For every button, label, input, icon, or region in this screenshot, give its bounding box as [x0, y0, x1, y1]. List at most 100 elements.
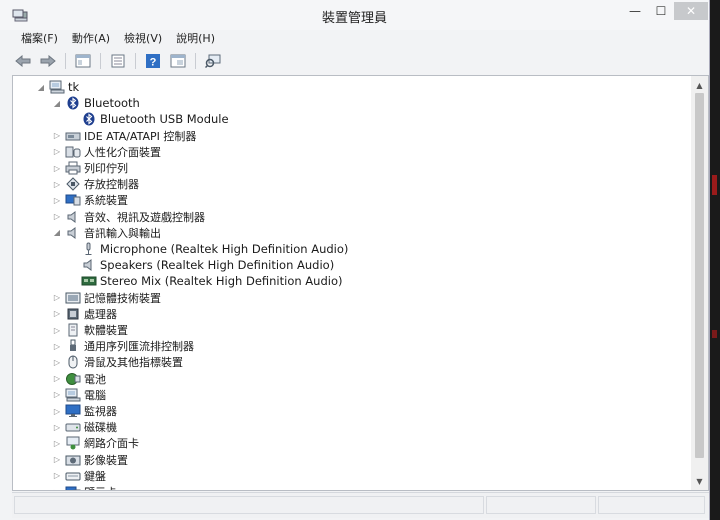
tree-item[interactable]: ▷ 網路介面卡	[51, 435, 139, 451]
tree-item[interactable]: ▷ 電腦	[51, 387, 106, 403]
properties-icon[interactable]	[72, 51, 94, 71]
expand-arrow-icon[interactable]: ▷	[51, 389, 63, 401]
minimize-button[interactable]: —	[622, 2, 648, 20]
expand-arrow-icon[interactable]: ▷	[51, 405, 63, 417]
tree-item[interactable]: ▷ 音效、視訊及遊戲控制器	[51, 209, 205, 225]
background-desktop-edge	[710, 0, 720, 520]
tree-item[interactable]: ▷ 顯示卡	[51, 484, 117, 491]
toolbar: ?	[0, 50, 709, 72]
view-icon[interactable]	[167, 51, 189, 71]
title-bar[interactable]: 裝置管理員 — ☐ ✕	[0, 0, 709, 30]
tree-item[interactable]: ◢ Bluetooth	[51, 95, 140, 111]
tree-item[interactable]: ▷ 滑鼠及其他指標裝置	[51, 354, 183, 370]
tree-item[interactable]: Stereo Mix (Realtek High Definition Audi…	[67, 273, 342, 289]
tree-item-label: 音訊輸入與輸出	[84, 226, 161, 240]
forward-icon[interactable]	[37, 51, 59, 71]
tree-item-label: 系統裝置	[84, 194, 128, 208]
tree-item[interactable]: ▷ IDE ATA/ATAPI 控制器	[51, 128, 196, 144]
tree-item-label: 鍵盤	[84, 469, 106, 483]
back-icon[interactable]	[12, 51, 34, 71]
expand-arrow-icon[interactable]: ▷	[51, 486, 63, 491]
expand-arrow-icon[interactable]: ▷	[51, 194, 63, 206]
device-tree-panel: ◢ tk ◢ Bluetooth Bluetooth USB Module ▷ IDE AT…	[12, 75, 709, 491]
expand-arrow-icon[interactable]: ▷	[51, 421, 63, 433]
scroll-down-icon[interactable]: ▼	[691, 474, 708, 488]
collapse-arrow-icon[interactable]: ◢	[51, 97, 63, 109]
expand-arrow-icon[interactable]: ▷	[51, 454, 63, 466]
tree-item-label: 通用序列匯流排控制器	[84, 340, 194, 354]
status-cell-3	[598, 496, 705, 514]
network-adapter-icon	[65, 436, 81, 450]
expand-arrow-icon[interactable]: ▷	[51, 470, 63, 482]
tree-item[interactable]: ▷ 鍵盤	[51, 468, 106, 484]
status-cell-main	[14, 496, 484, 514]
svg-text:?: ?	[150, 57, 157, 69]
window-title: 裝置管理員	[321, 11, 387, 26]
tree-item-label: 軟體裝置	[84, 324, 128, 337]
tree-item[interactable]: ▷ 監視器	[51, 403, 117, 419]
tree-item[interactable]: Bluetooth USB Module	[67, 111, 229, 127]
tree-item-label: 記憶體技術裝置	[84, 291, 161, 305]
menu-action[interactable]: 動作(A)	[65, 30, 117, 50]
expand-arrow-icon[interactable]: ▷	[51, 340, 63, 352]
tree-item[interactable]: ▷ 電池	[51, 371, 106, 387]
tree-item[interactable]: ▷ 影像裝置	[51, 452, 128, 468]
software-device-icon	[65, 323, 81, 337]
scan-hardware-icon[interactable]	[202, 51, 224, 71]
expand-arrow-icon[interactable]: ▷	[51, 437, 63, 449]
close-button[interactable]: ✕	[674, 2, 708, 20]
mouse-icon	[65, 355, 81, 369]
tree-item[interactable]: ▷ 列印佇列	[51, 160, 128, 176]
expand-arrow-icon[interactable]: ▷	[51, 211, 63, 223]
disk-drive-icon	[65, 420, 81, 434]
storage-controller-icon	[65, 177, 81, 191]
tree-item-label: 處理器	[84, 307, 117, 321]
expand-arrow-icon[interactable]: ▷	[51, 146, 63, 158]
menu-view[interactable]: 檢視(V)	[117, 30, 169, 50]
collapse-arrow-icon[interactable]: ◢	[51, 227, 63, 239]
tree-item[interactable]: ▷ 存放控制器	[51, 176, 139, 192]
tree-item[interactable]: ▷ 軟體裝置	[51, 322, 128, 338]
tree-item[interactable]: Speakers (Realtek High Definition Audio)	[67, 257, 334, 273]
maximize-button[interactable]: ☐	[648, 2, 674, 20]
tree-item[interactable]: ◢ 音訊輸入與輸出	[51, 225, 161, 241]
scroll-up-icon[interactable]: ▲	[691, 78, 708, 92]
status-cell-2	[486, 496, 596, 514]
expand-arrow-icon[interactable]: ▷	[51, 130, 63, 142]
expand-arrow-icon[interactable]: ▷	[51, 308, 63, 320]
vertical-scrollbar[interactable]: ▲ ▼	[691, 76, 708, 490]
collapse-arrow-icon[interactable]: ◢	[35, 81, 47, 93]
tree-item[interactable]: ▷ 磁碟機	[51, 419, 117, 435]
monitor-icon	[65, 404, 81, 418]
list-icon[interactable]	[107, 51, 129, 71]
expand-arrow-icon[interactable]: ▷	[51, 324, 63, 336]
tree-item[interactable]: Microphone (Realtek High Definition Audi…	[67, 241, 348, 257]
tree-item-label: 人性化介面裝置	[84, 145, 161, 159]
tree-item-label: 網路介面卡	[84, 437, 139, 451]
tree-item[interactable]: ▷ 處理器	[51, 306, 117, 322]
expand-arrow-icon[interactable]: ▷	[51, 356, 63, 368]
tree-item-label: 音效、視訊及遊戲控制器	[84, 210, 205, 224]
tree-item[interactable]: ▷ 人性化介面裝置	[51, 144, 161, 160]
menu-file[interactable]: 檔案(F)	[14, 30, 65, 50]
tree-item-label: 監視器	[84, 405, 117, 418]
scrollbar-thumb[interactable]	[695, 93, 704, 458]
tree-item-label: 電池	[84, 372, 106, 386]
help-icon[interactable]: ?	[142, 51, 164, 71]
microphone-icon	[81, 242, 97, 256]
tree-item[interactable]: ▷ 通用序列匯流排控制器	[51, 338, 194, 354]
expand-arrow-icon[interactable]: ▷	[51, 162, 63, 174]
expand-arrow-icon[interactable]: ▷	[51, 292, 63, 304]
system-device-icon	[65, 193, 81, 207]
tree-item[interactable]: ◢ tk	[35, 79, 79, 95]
tree-item-label: 影像裝置	[84, 453, 128, 467]
tree-item-label: IDE ATA/ATAPI 控制器	[84, 129, 197, 143]
menu-help[interactable]: 說明(H)	[169, 30, 222, 50]
expand-arrow-icon[interactable]: ▷	[51, 178, 63, 190]
printer-icon	[65, 161, 81, 175]
expand-arrow-icon[interactable]: ▷	[51, 373, 63, 385]
tree-item[interactable]: ▷ 記憶體技術裝置	[51, 290, 161, 306]
tree-item[interactable]: ▷ 系統裝置	[51, 192, 128, 208]
hid-icon	[65, 145, 81, 159]
